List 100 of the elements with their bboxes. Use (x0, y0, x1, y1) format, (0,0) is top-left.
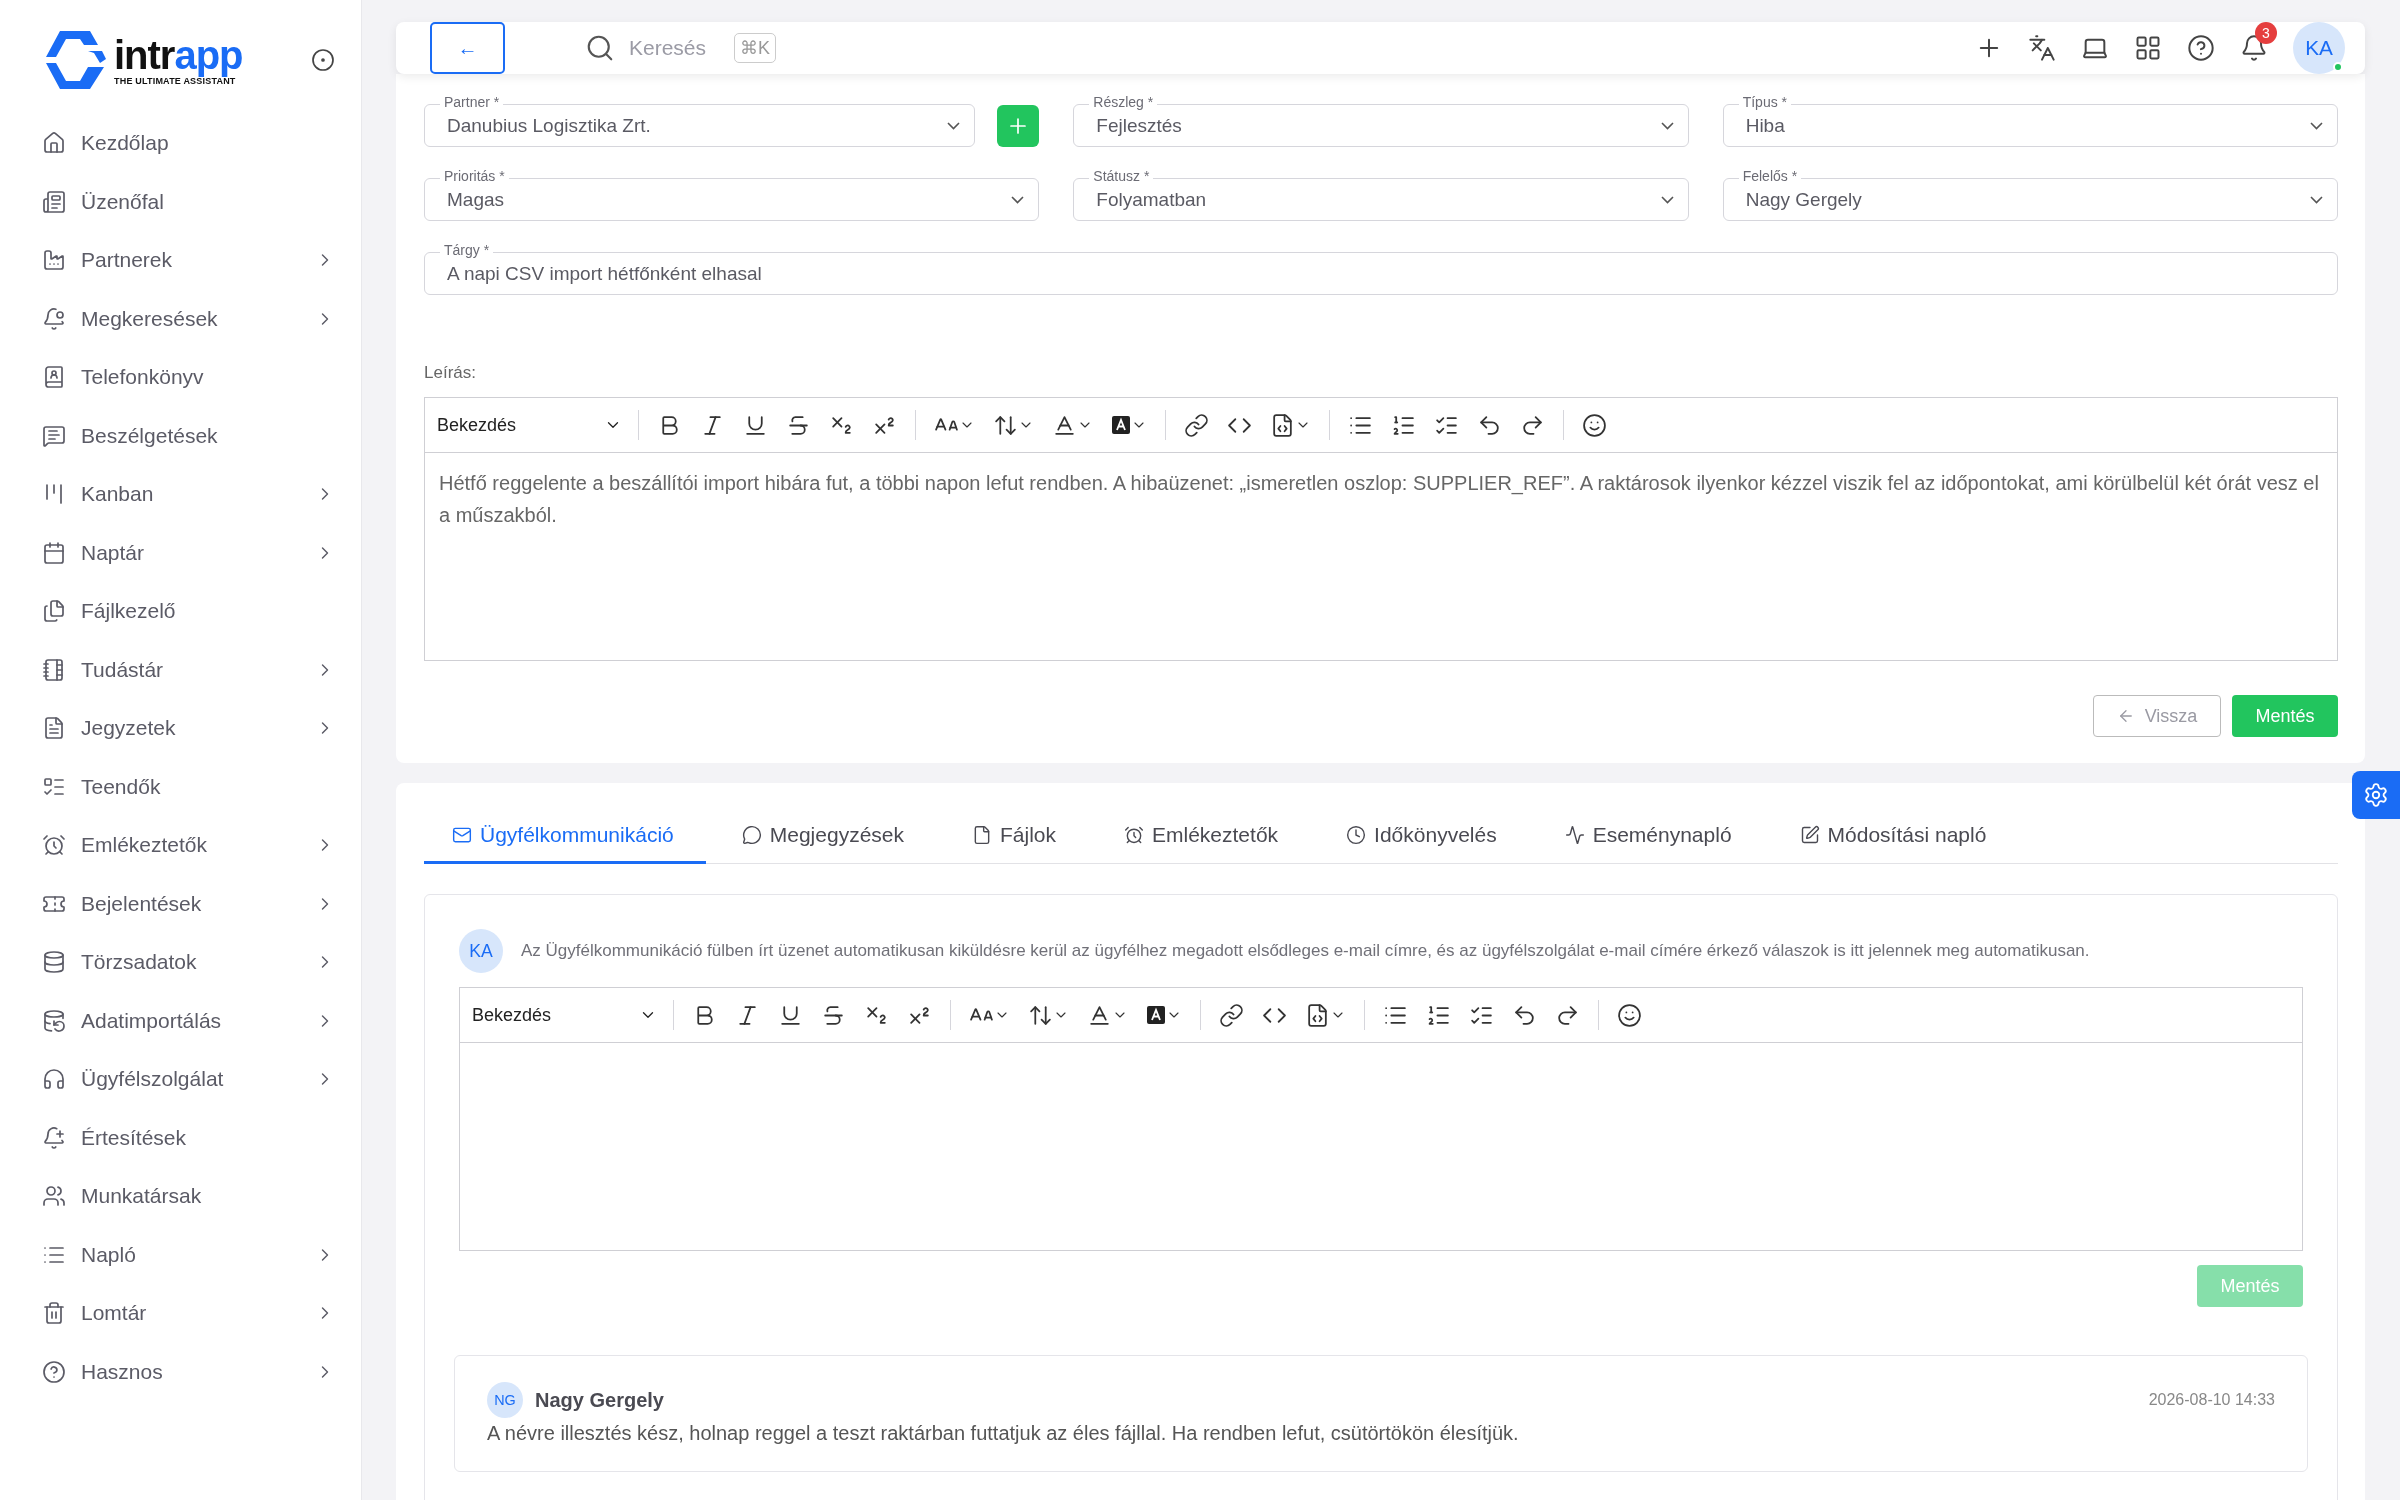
format-dropdown[interactable]: Bekezdés (437, 414, 622, 436)
source-icon (1270, 412, 1295, 438)
sidebar-item[interactable]: Emlékeztetők (0, 816, 361, 875)
sidebar-item[interactable]: Megkeresések (0, 289, 361, 348)
sidebar-item[interactable]: Teendők (0, 757, 361, 816)
tab-icon (741, 825, 762, 845)
menu-item-icon (42, 716, 66, 741)
sidebar-item[interactable]: Törzsadatok (0, 933, 361, 992)
shortcut-hint: ⌘K (734, 33, 776, 63)
field-label: Státusz * (1089, 168, 1154, 184)
sidebar-item[interactable]: Fájlkezelő (0, 582, 361, 641)
sidebar-item[interactable]: Telefonkönyv (0, 348, 361, 407)
menu-item-icon (42, 189, 66, 214)
sidebar-item[interactable]: Értesítések (0, 1108, 361, 1167)
chevron-down-icon (2310, 121, 2323, 130)
tab-icon (452, 825, 472, 845)
notification-count: 3 (2255, 22, 2277, 44)
tab[interactable]: Módosítási napló (1771, 809, 2019, 864)
notice-text: Az Ügyfélkommunikáció fülben írt üzenet automatikusan kiküldésre kerül az ügyfélhez megadott elsődleges e-mail címre, és az ügyfélszolgálat e-mail címére érkező válaszok is itt jelennek meg automatikusan. (521, 941, 2090, 961)
link-icon (1219, 1002, 1244, 1028)
tab[interactable]: Emlékeztetők (1096, 809, 1311, 864)
tab[interactable]: Ügyfélkommunikáció (424, 809, 706, 864)
field-label: Tárgy * (440, 242, 494, 258)
menu-item-icon (42, 599, 66, 624)
tab-icon (1564, 825, 1585, 845)
source-icon (1305, 1002, 1330, 1028)
emoji-icon (1617, 1002, 1642, 1028)
menu-item-icon (42, 833, 66, 858)
sidebar-item[interactable]: Bejelentések (0, 874, 361, 933)
author-name: Nagy Gergely (535, 1388, 664, 1412)
sidebar-item[interactable]: Beszélgetések (0, 406, 361, 465)
user-avatar: KA (459, 929, 503, 973)
menu-item-icon (42, 1067, 66, 1092)
field-label: Prioritás * (440, 168, 509, 184)
tab[interactable]: Eseménynapló (1536, 809, 1764, 864)
translate-button[interactable] (2028, 34, 2056, 62)
menu-item-icon (42, 248, 66, 273)
sidebar-item[interactable]: Üzenőfal (0, 172, 361, 231)
highlight-color-icon (1111, 415, 1131, 435)
back-button[interactable]: ← (430, 22, 505, 74)
menu-item-icon (42, 950, 66, 975)
menu-item-icon (42, 1125, 66, 1150)
sidebar-item[interactable]: Ügyfélszolgálat (0, 1050, 361, 1109)
tab[interactable]: Megjegyzések (713, 809, 936, 864)
description-label: Leírás: (424, 363, 476, 382)
sidebar-item[interactable]: Adatimportálás (0, 991, 361, 1050)
menu-item-icon (42, 306, 66, 331)
help-icon (2187, 34, 2215, 62)
tab-icon (1799, 825, 1820, 845)
collapse-toggle[interactable] (311, 48, 335, 72)
menu-item-icon (42, 1301, 66, 1326)
tab[interactable]: Fájlok (944, 809, 1088, 864)
author-avatar: NG (487, 1382, 523, 1418)
circle-dot-icon (311, 48, 335, 72)
logo-wordmark: intrapp (114, 34, 243, 75)
help-button[interactable] (2187, 34, 2215, 62)
sidebar-item[interactable]: Kezdőlap (0, 114, 361, 173)
menu-item-icon (42, 1359, 66, 1384)
message-time: 2026-08-10 14:33 (2148, 1391, 2275, 1409)
menu-item-icon (42, 1184, 66, 1209)
grid-icon (2134, 34, 2162, 62)
sidebar-item[interactable]: Lomtár (0, 1284, 361, 1343)
emoji-icon (1582, 412, 1607, 438)
sidebar-item[interactable]: Napló (0, 1225, 361, 1284)
translate-icon (2028, 34, 2056, 62)
sidebar-item[interactable]: Munkatársak (0, 1167, 361, 1226)
logo-tagline: THE ULTIMATE ASSISTANT (114, 76, 236, 86)
settings-button[interactable] (2352, 771, 2400, 819)
chevron-down-icon (2310, 195, 2323, 204)
link-icon (1184, 412, 1209, 438)
menu-item-icon (42, 657, 66, 682)
field-label: Típus * (1738, 94, 1791, 110)
sidebar-item[interactable]: Kanban (0, 465, 361, 524)
chevron-down-icon (1660, 121, 1674, 130)
description-text[interactable]: Hétfő reggelente a beszállítói import hibára fut, a többi napon lefut rendben. A hibaüzenet: „ismeretlen oszlop: SUPPLIER_REF”. A raktárosok ilyenkor kézzel viszik fel az időpontokat, ami körülbelül két órát vesz el a műszakból. (425, 453, 2337, 660)
tab-icon (1346, 825, 1367, 845)
field-label: Részleg * (1089, 94, 1158, 110)
highlight-color-icon (1146, 1005, 1166, 1025)
sidebar-item[interactable]: Jegyzetek (0, 699, 361, 758)
sidebar-item[interactable]: Partnerek (0, 231, 361, 290)
format-dropdown[interactable]: Bekezdés (472, 1004, 657, 1026)
chevron-down-icon (947, 121, 961, 130)
field-label: Felelős * (1738, 168, 1802, 184)
search-field[interactable]: Keresés (627, 35, 722, 61)
search-icon (585, 33, 615, 63)
sidebar-item[interactable]: Hasznos (0, 1342, 361, 1401)
menu-item-icon (42, 1008, 66, 1033)
settings-icon (2363, 782, 2389, 808)
sidebar-item[interactable]: Naptár (0, 523, 361, 582)
apps-button[interactable] (2134, 34, 2162, 62)
tab[interactable]: Időkönyvelés (1318, 809, 1529, 864)
field-label: Partner * (440, 94, 504, 110)
menu-item-icon (42, 423, 66, 448)
menu-item-icon (42, 540, 66, 565)
menu-item-icon (42, 365, 66, 390)
tab-icon (972, 825, 992, 845)
sidebar-item[interactable]: Tudástár (0, 640, 361, 699)
message-text: A névre illesztés kész, holnap reggel a teszt raktárban futtatjuk az éles fájllal. Ha rendben lefut, csütörtökön élesítjük. (487, 1422, 1520, 1445)
chevron-down-icon (1660, 195, 1674, 204)
user-avatar[interactable]: KA (2293, 22, 2345, 74)
